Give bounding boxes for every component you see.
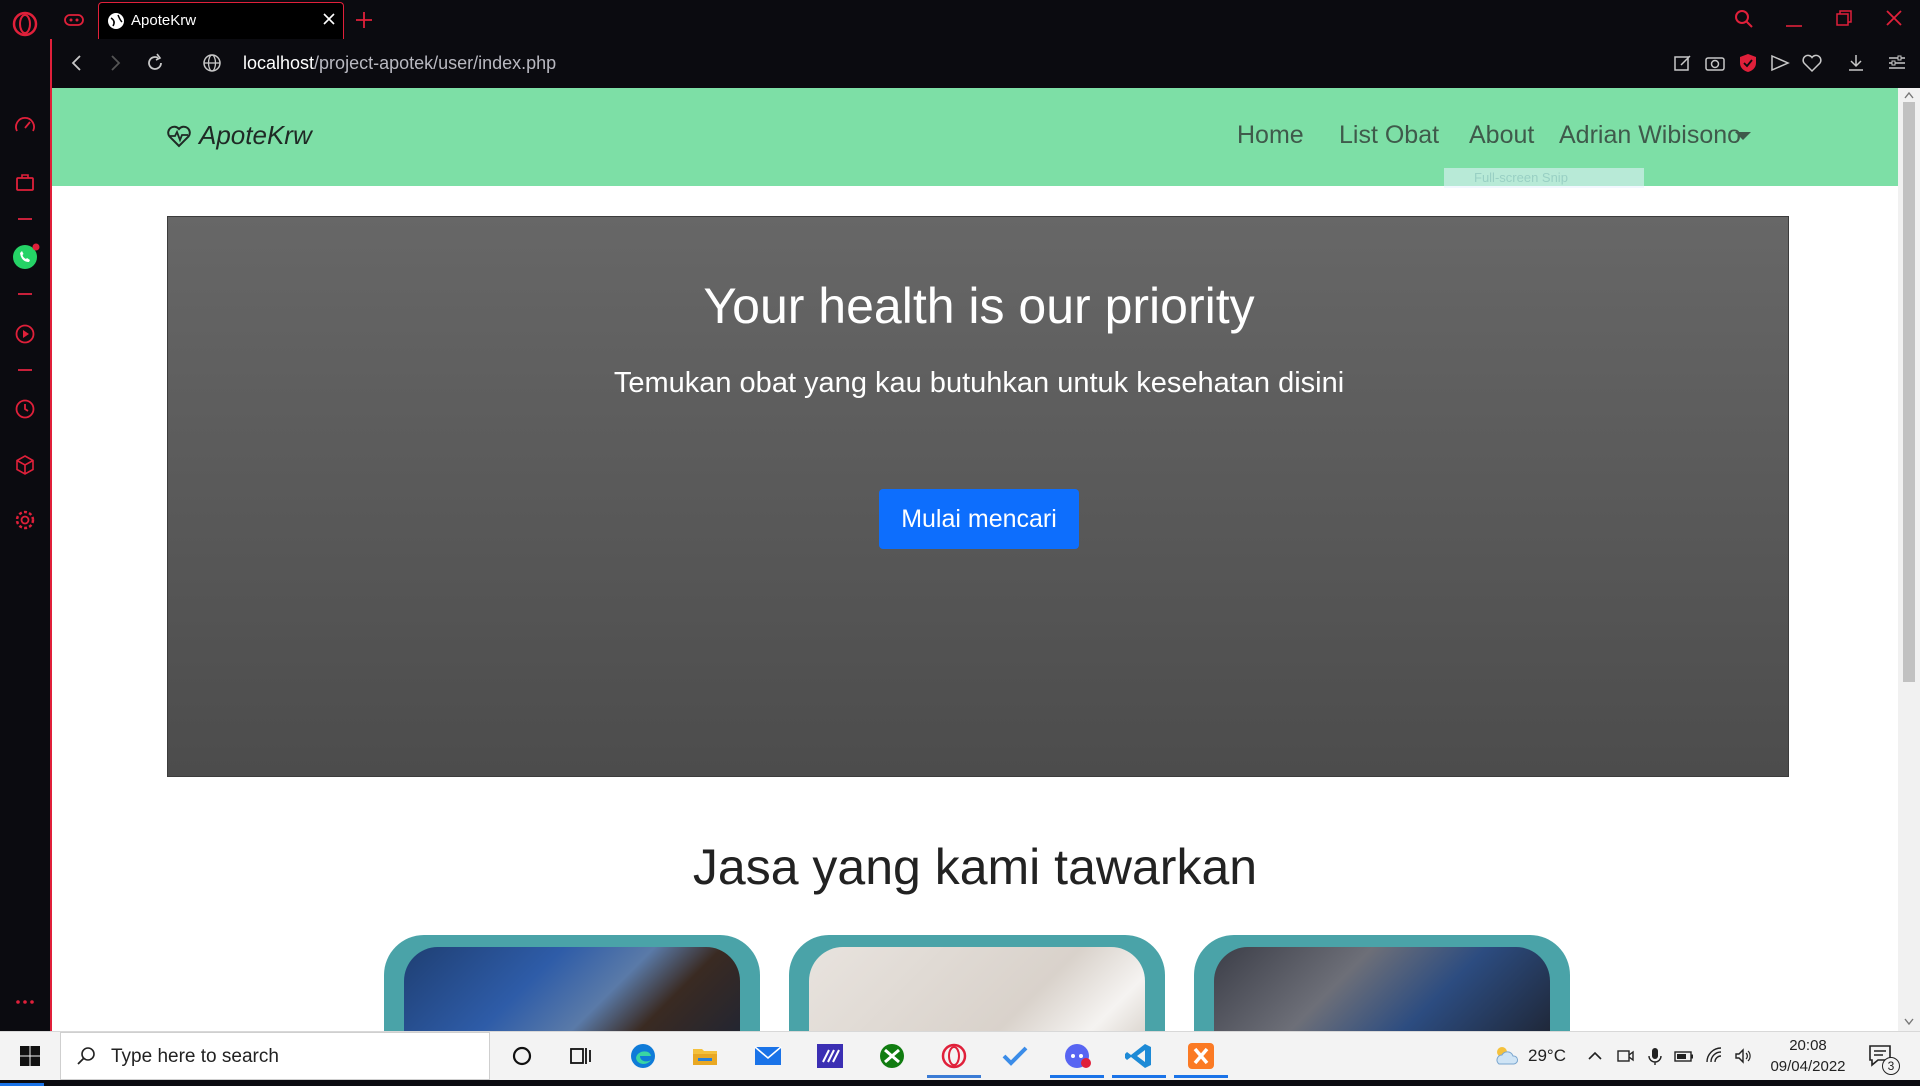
scrollbar-thumb[interactable] [1903, 102, 1915, 682]
opera-taskbar-item[interactable] [927, 1040, 981, 1078]
gx-corner-icon[interactable] [62, 8, 86, 32]
browser-titlebar: ApoteKrw [0, 0, 1920, 39]
clock-date: 09/04/2022 [1770, 1058, 1846, 1075]
easy-setup-icon[interactable] [1885, 51, 1909, 75]
opera-menu-icon[interactable] [10, 9, 40, 39]
meet-now-icon[interactable] [1615, 1046, 1635, 1066]
ghost-tooltip: Full-screen Snip [1444, 168, 1644, 188]
url-field[interactable]: localhost/project-apotek/user/index.php [243, 53, 556, 74]
page-scrollbar[interactable] [1898, 88, 1920, 1031]
hero-subtitle: Temukan obat yang kau butuhkan untuk kes… [613, 367, 1345, 399]
reload-icon[interactable] [143, 51, 167, 75]
services-title: Jasa yang kami tawarkan [692, 839, 1258, 895]
microphone-icon[interactable] [1645, 1046, 1665, 1066]
url-path: /project-apotek/user/index.php [314, 53, 557, 73]
url-host: localhost [243, 53, 315, 73]
speed-dial-icon[interactable] [12, 113, 38, 139]
cortana-icon[interactable] [505, 1040, 539, 1072]
windows-taskbar: Type here to search 29°C 20:08 09/04/202… [0, 1031, 1920, 1086]
search-placeholder: Type here to search [111, 1046, 279, 1067]
service-card-image [809, 947, 1145, 1031]
restore-icon[interactable] [1830, 6, 1858, 32]
address-toolbar: localhost/project-apotek/user/index.php [50, 39, 1920, 88]
visual-studio-app-icon[interactable] [813, 1040, 847, 1072]
search-icon [77, 1047, 95, 1065]
site-info-globe-icon[interactable] [201, 52, 223, 74]
adblock-shield-icon[interactable] [1736, 51, 1760, 75]
hero-title: Your health is our priority [703, 278, 1255, 334]
scroll-down-arrow-icon[interactable] [1903, 1017, 1915, 1027]
heart-pulse-logo-icon [167, 125, 191, 147]
taskbar-search-box[interactable]: Type here to search [60, 1032, 490, 1080]
settings-gear-icon[interactable] [12, 507, 38, 533]
bag-icon[interactable] [12, 169, 38, 195]
camera-icon[interactable] [1703, 51, 1727, 75]
service-card[interactable] [384, 935, 760, 1031]
nav-link-about[interactable]: About [1469, 121, 1534, 150]
heart-icon[interactable] [1800, 51, 1824, 75]
hero-jumbotron: Your health is our priority Temukan obat… [167, 216, 1789, 777]
discord-icon [1065, 1044, 1091, 1068]
volume-icon[interactable] [1733, 1046, 1753, 1066]
vscode-icon [1125, 1044, 1151, 1068]
chevron-up-icon[interactable] [1585, 1046, 1605, 1066]
xampp-taskbar-item[interactable] [1174, 1040, 1228, 1078]
whatsapp-icon[interactable] [10, 242, 40, 272]
file-explorer-icon[interactable] [688, 1040, 722, 1072]
nav-link-list-obat[interactable]: List Obat [1339, 121, 1439, 150]
opera-icon [941, 1043, 967, 1069]
globe-favicon-icon [108, 13, 124, 29]
vscode-taskbar-item[interactable] [1112, 1040, 1166, 1078]
sidebar-divider [18, 218, 32, 220]
sidebar-divider [18, 369, 32, 371]
notification-center-button[interactable]: 3 [1866, 1041, 1906, 1075]
weather-cloud-icon[interactable] [1490, 1043, 1522, 1069]
service-card[interactable] [789, 935, 1165, 1031]
brand-name: ApoteKrw [199, 120, 312, 150]
notification-count-badge: 3 [1882, 1057, 1900, 1075]
xbox-icon[interactable] [875, 1040, 909, 1072]
user-dropdown-toggle[interactable]: Adrian Wibisono [1559, 121, 1741, 150]
snapshot-edit-icon[interactable] [1671, 51, 1695, 75]
search-tabs-icon[interactable] [1730, 6, 1758, 32]
todo-check-icon[interactable] [998, 1040, 1032, 1072]
windows-start-icon[interactable] [18, 1044, 42, 1068]
extensions-cube-icon[interactable] [12, 452, 38, 478]
send-icon[interactable] [1768, 51, 1792, 75]
player-icon[interactable] [12, 321, 38, 347]
mail-icon[interactable] [751, 1040, 785, 1072]
xampp-icon [1188, 1043, 1214, 1069]
scroll-up-arrow-icon[interactable] [1903, 90, 1915, 100]
chevron-down-icon[interactable] [1735, 132, 1751, 140]
service-card-image [404, 947, 740, 1031]
close-window-icon[interactable] [1880, 6, 1908, 32]
battery-icon[interactable] [1673, 1046, 1695, 1066]
discord-taskbar-item[interactable] [1050, 1040, 1104, 1078]
browser-tab[interactable]: ApoteKrw [98, 2, 344, 39]
service-card[interactable] [1194, 935, 1570, 1031]
web-page: ApoteKrw Home List Obat About Adrian Wib… [52, 88, 1898, 1031]
tab-title: ApoteKrw [131, 12, 197, 29]
browser-sidebar [0, 39, 50, 1031]
clock-area[interactable]: 20:08 09/04/2022 [1758, 1032, 1858, 1080]
weather-temperature: 29°C [1528, 1046, 1566, 1065]
clock-time: 20:08 [1789, 1037, 1827, 1054]
service-card-image [1214, 947, 1550, 1031]
sidebar-divider [18, 293, 32, 295]
new-tab-plus-icon[interactable] [352, 8, 376, 32]
download-icon[interactable] [1844, 51, 1868, 75]
forward-icon[interactable] [103, 51, 127, 75]
wifi-icon[interactable] [1705, 1046, 1725, 1066]
task-view-icon[interactable] [563, 1040, 597, 1072]
more-options-icon[interactable] [12, 989, 38, 1015]
close-tab-icon[interactable] [319, 9, 339, 29]
back-icon[interactable] [65, 51, 89, 75]
start-search-button[interactable]: Mulai mencari [879, 489, 1079, 549]
brand-link[interactable]: ApoteKrw [165, 120, 312, 151]
nav-link-home[interactable]: Home [1237, 121, 1304, 150]
edge-icon[interactable] [626, 1040, 660, 1072]
minimize-icon[interactable] [1780, 6, 1808, 32]
history-clock-icon[interactable] [12, 396, 38, 422]
